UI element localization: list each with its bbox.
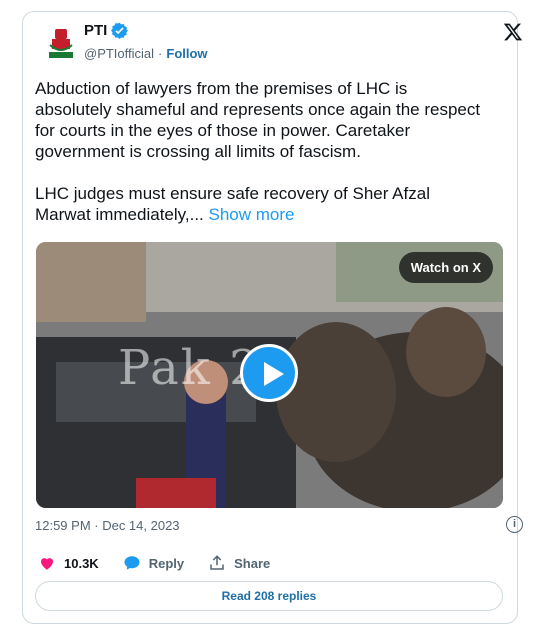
read-replies-button[interactable]: Read 208 replies bbox=[35, 581, 503, 611]
author-handle[interactable]: @PTIofficial bbox=[84, 46, 154, 61]
author-name[interactable]: PTI bbox=[84, 22, 107, 39]
action-bar: 10.3K Reply Share bbox=[38, 554, 294, 572]
verified-badge-icon bbox=[111, 22, 129, 39]
timestamp[interactable]: 12:59 PM · Dec 14, 2023 bbox=[35, 518, 180, 533]
reply-label: Reply bbox=[148, 555, 185, 571]
like-count: 10.3K bbox=[64, 555, 99, 571]
heart-icon bbox=[41, 558, 53, 570]
share-icon bbox=[210, 555, 224, 570]
share-button[interactable]: Share bbox=[208, 554, 270, 572]
tweet-paragraph-2: LHC judges must ensure safe recovery of … bbox=[35, 183, 485, 225]
avatar[interactable] bbox=[42, 25, 80, 63]
separator-dot: · bbox=[158, 46, 163, 61]
like-button[interactable]: 10.3K bbox=[38, 554, 99, 572]
share-label: Share bbox=[234, 555, 271, 571]
reply-bubble-icon bbox=[124, 556, 140, 570]
watch-on-x-button[interactable]: Watch on X bbox=[398, 252, 493, 283]
author-name-row: PTI bbox=[84, 22, 129, 39]
follow-link[interactable]: Follow bbox=[166, 46, 207, 61]
x-logo-icon[interactable] bbox=[503, 22, 523, 42]
author-handle-row: @PTIofficial · Follow bbox=[84, 46, 208, 61]
show-more-link[interactable]: Show more bbox=[209, 205, 295, 224]
tweet-text: Abduction of lawyers from the premises o… bbox=[35, 78, 485, 225]
info-icon[interactable]: i bbox=[506, 516, 523, 533]
tweet-paragraph-1: Abduction of lawyers from the premises o… bbox=[35, 79, 481, 161]
reply-button[interactable]: Reply bbox=[123, 554, 184, 572]
play-icon[interactable] bbox=[240, 344, 298, 402]
